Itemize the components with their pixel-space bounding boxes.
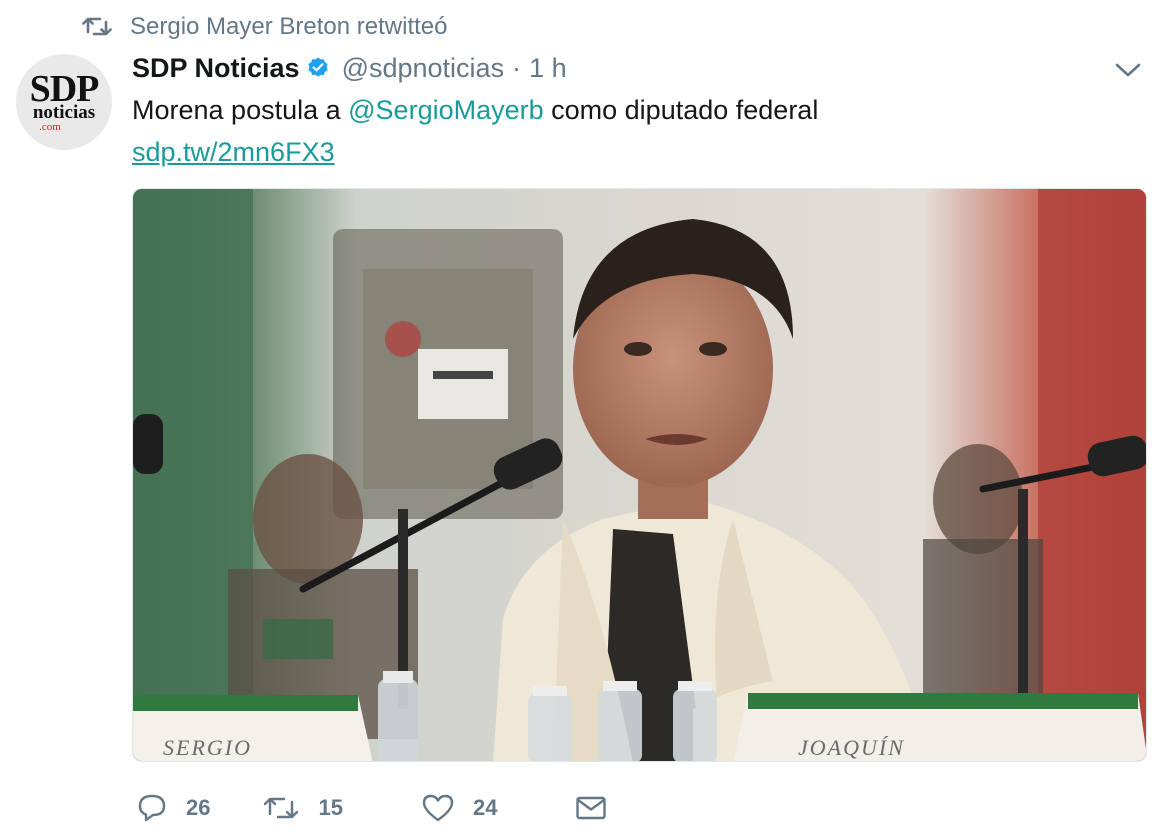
author-name[interactable]: SDP Noticias [132,53,300,84]
retweet-context: Sergio Mayer Breton retwitteó [82,10,447,44]
envelope-icon [576,796,607,820]
mention-link[interactable]: @SergioMayerb [348,95,544,125]
tweet-timestamp[interactable]: 1 h [529,53,567,84]
heart-icon [422,794,454,822]
like-action[interactable]: 24 [421,793,497,823]
like-count: 24 [472,795,498,820]
author-handle[interactable]: @sdpnoticias [342,53,505,84]
retweet-text[interactable]: Sergio Mayer Breton retwitteó [130,13,447,41]
chevron-down-icon [1115,63,1141,77]
nameplate-left-text: SERGIO [163,735,252,760]
retweet-icon [264,797,299,819]
tweet-actions: 26 15 24 [136,786,607,830]
nameplate-right-text: JOAQUÍN [798,735,905,760]
retweet-action[interactable]: 15 [262,794,343,822]
tweet-media-photo[interactable]: SERGIO JOAQUÍN [132,188,1147,762]
tweet-text-before: Morena postula a [132,95,349,125]
tweet-text-after: como diputado federal [543,95,819,125]
avatar-logo-line1: SDP [29,68,100,110]
avatar-logo-line2: noticias [32,102,96,123]
avatar[interactable]: SDP noticias .com [16,54,112,150]
reply-count: 26 [186,795,211,820]
verified-badge-icon [306,56,330,80]
retweet-count: 15 [318,795,343,820]
header-separator: · [512,52,522,83]
avatar-logo-line3: .com [39,121,61,133]
direct-message-action[interactable] [575,795,607,821]
tweet-header: SDP Noticias @sdpnoticias · 1 h [132,50,567,86]
reply-icon [138,794,166,822]
reply-action[interactable]: 26 [136,793,210,823]
more-options-button[interactable] [1114,60,1142,80]
retweet-icon [82,16,112,38]
tweet-url-link[interactable]: sdp.tw/2mn6FX3 [132,134,335,170]
tweet-text: Morena postula a @SergioMayerb como dipu… [132,92,818,128]
